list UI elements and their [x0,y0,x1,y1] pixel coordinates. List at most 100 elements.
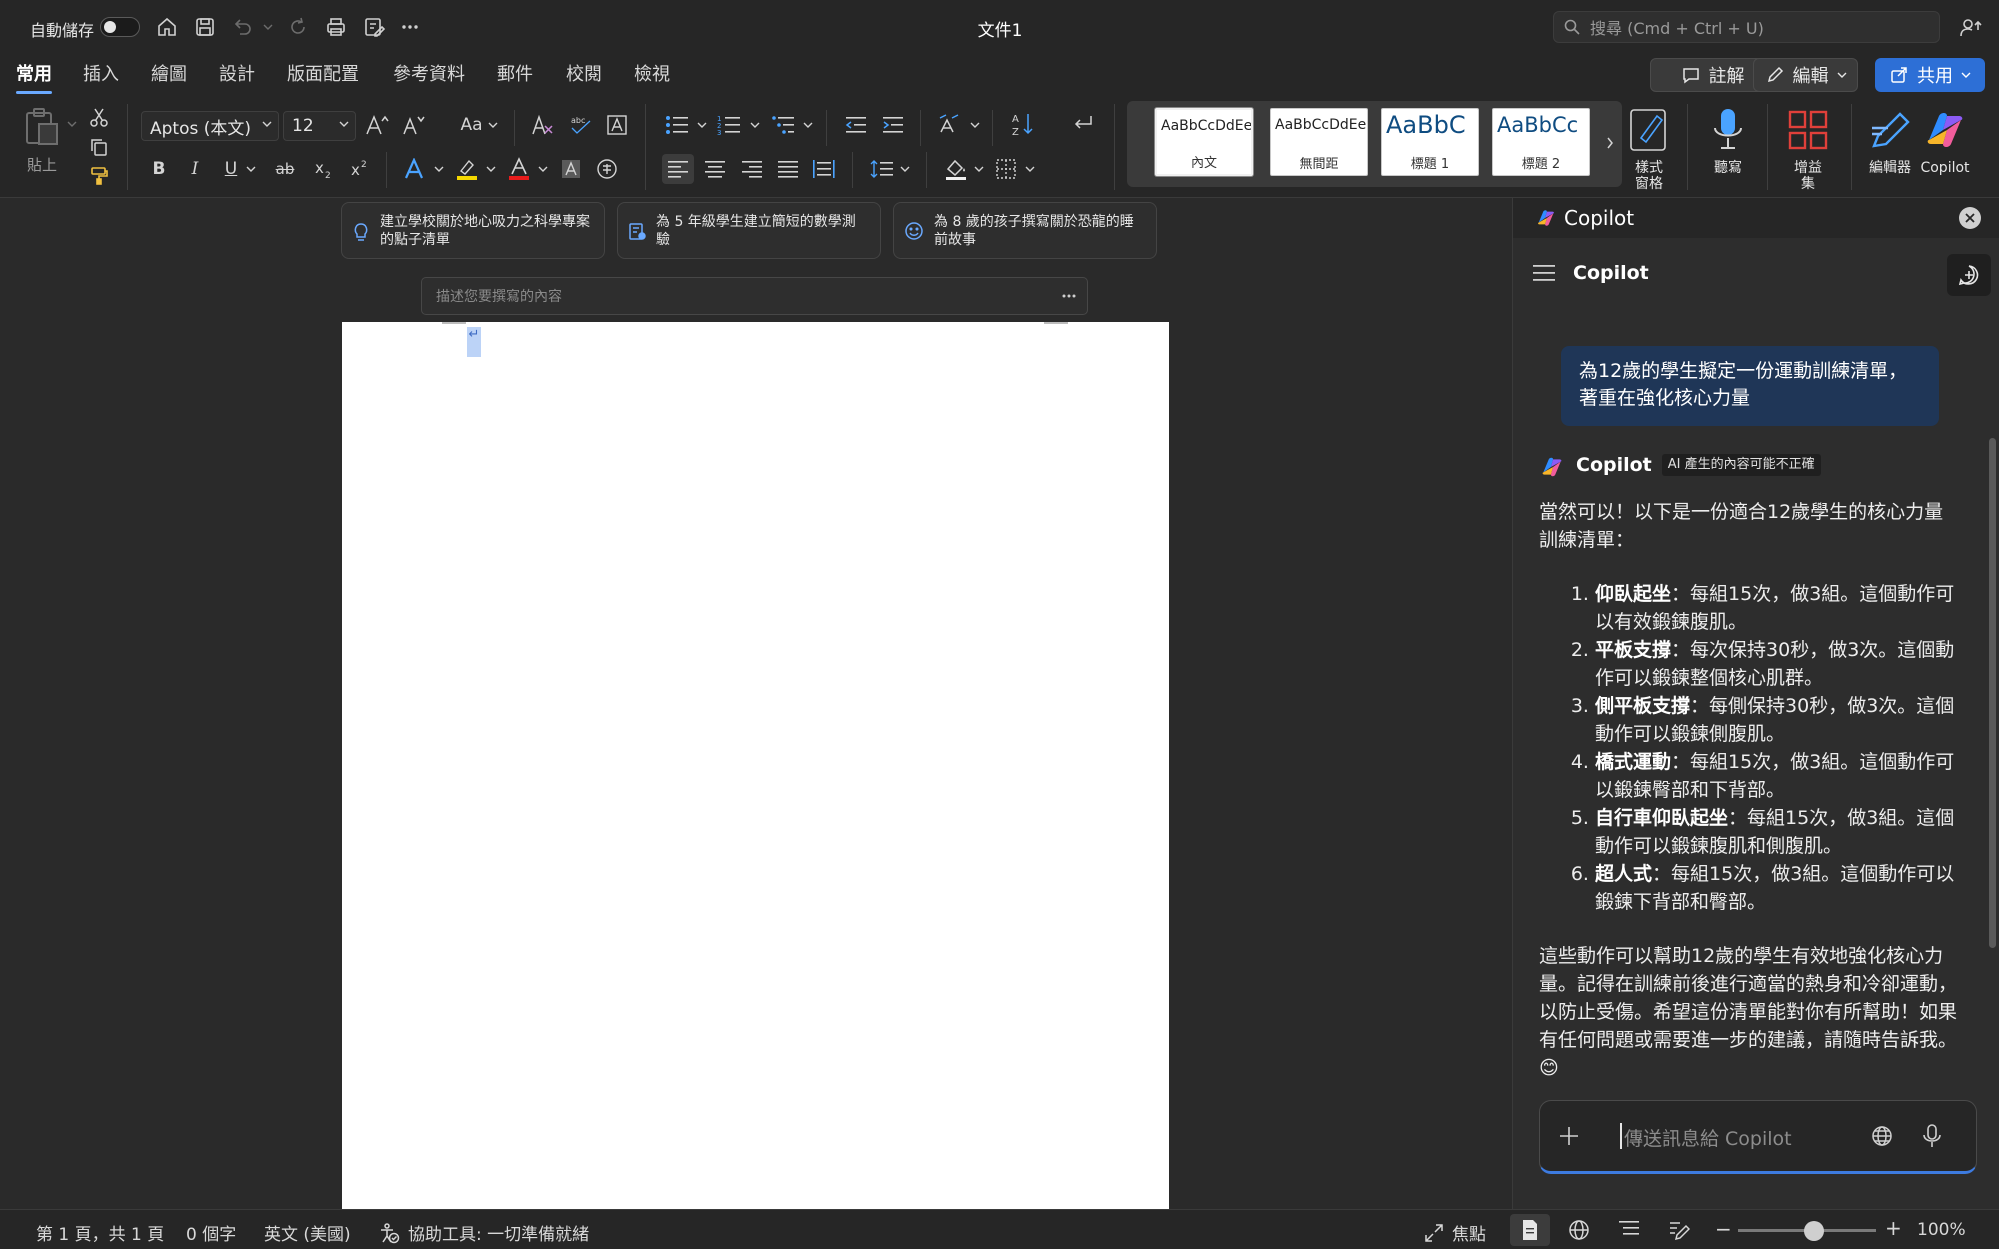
print-icon[interactable] [322,13,350,41]
enclose-characters-icon[interactable] [592,154,622,184]
increase-font-size-icon[interactable] [362,110,392,140]
language-indicator[interactable]: 英文 (美國) [264,1220,351,1245]
multilevel-list-icon[interactable] [768,110,798,140]
shading-chevron-icon[interactable] [972,162,986,176]
home-icon[interactable] [153,13,181,41]
decrease-indent-icon[interactable] [841,110,871,140]
tab-insert[interactable]: 插入 [83,60,119,90]
style-no-spacing[interactable]: AaBbCcDdEe 無間距 [1270,108,1368,176]
strikethrough-icon[interactable]: ab [270,154,300,184]
tab-references[interactable]: 參考資料 [393,60,465,90]
draft-view-icon[interactable] [1668,1219,1692,1243]
undo-icon[interactable] [228,13,256,41]
paste-chevron-icon[interactable] [66,118,78,130]
copilot-message-input[interactable]: 傳送訊息給 Copilot [1539,1100,1977,1174]
cut-icon[interactable] [86,104,112,130]
align-right-icon[interactable] [736,154,768,184]
zoom-level[interactable]: 100% [1917,1220,1966,1240]
account-share-icon[interactable] [1957,13,1985,41]
describe-content-input[interactable]: 描述您要撰寫的內容 [421,277,1088,315]
italic-icon[interactable]: I [180,154,210,184]
style-heading-2[interactable]: AaBbCc 標題 2 [1492,108,1590,176]
tab-view[interactable]: 檢視 [634,60,670,90]
microphone-icon[interactable] [1922,1123,1942,1149]
tab-home[interactable]: 常用 [16,60,52,94]
numbering-icon[interactable]: 123 [714,110,744,140]
text-effects-chevron-icon[interactable] [432,162,446,176]
bullets-chevron-icon[interactable] [695,118,709,132]
globe-icon[interactable] [1870,1124,1894,1148]
asian-layout-chevron-icon[interactable] [968,118,982,132]
copilot-ribbon-button[interactable]: Copilot [1912,104,1978,196]
print-layout-view-icon[interactable] [1510,1214,1550,1246]
search-input[interactable]: 搜尋 (Cmd + Ctrl + U) [1553,11,1940,43]
show-formatting-marks-icon[interactable] [1068,108,1098,140]
new-chat-button[interactable] [1947,254,1991,296]
accessibility-checker[interactable]: 協助工具: 一切準備就緒 [378,1220,589,1245]
more-options-icon[interactable] [396,13,424,41]
line-spacing-icon[interactable] [866,154,898,184]
document-page[interactable]: ↵ [342,322,1169,1209]
font-color-chevron-icon[interactable] [536,162,550,176]
tab-review[interactable]: 校閱 [566,60,602,90]
prompt-suggestion-card[interactable]: 建立學校關於地心吸力之科學專案的點子清單 [341,202,605,259]
underline-icon[interactable]: U [216,154,246,184]
bold-icon[interactable]: B [144,154,174,184]
subscript-icon[interactable]: x2 [308,154,338,184]
page-count[interactable]: 第 1 頁，共 1 頁 [36,1220,164,1245]
increase-indent-icon[interactable] [878,110,908,140]
font-name-dropdown[interactable]: Aptos (本文) [141,111,279,141]
dictate-button[interactable]: 聽寫 [1698,104,1758,196]
underline-chevron-icon[interactable] [244,162,258,176]
save-icon[interactable] [191,13,219,41]
prompt-suggestion-card[interactable]: 為 8 歲的孩子撰寫關於恐龍的睡前故事 [893,202,1157,259]
change-case-button[interactable]: Aa [454,110,504,140]
character-border-icon[interactable] [602,110,632,140]
more-options-icon[interactable] [1061,291,1077,301]
tab-draw[interactable]: 繪圖 [151,60,187,90]
align-left-icon[interactable] [662,154,694,184]
highlight-color-icon[interactable] [452,154,482,184]
highlight-chevron-icon[interactable] [484,162,498,176]
hamburger-menu-icon[interactable] [1533,264,1557,284]
font-color-icon[interactable] [504,154,534,184]
spell-check-icon[interactable]: abc [566,110,596,140]
asian-layout-icon[interactable] [935,110,967,140]
zoom-slider-thumb[interactable] [1803,1221,1824,1241]
edit-document-icon[interactable] [360,13,388,41]
close-pane-icon[interactable] [1959,207,1981,229]
justify-icon[interactable] [772,154,804,184]
borders-chevron-icon[interactable] [1023,162,1037,176]
shading-icon[interactable] [940,154,972,184]
decrease-font-size-icon[interactable] [398,110,428,140]
paste-icon[interactable] [18,106,66,148]
styles-gallery-expand-icon[interactable] [1601,129,1619,157]
zoom-out-icon[interactable]: − [1715,1219,1732,1241]
format-painter-icon[interactable] [86,162,112,188]
zoom-in-icon[interactable]: + [1885,1218,1902,1240]
autosave-toggle[interactable] [100,17,140,37]
superscript-icon[interactable]: x2 [344,154,374,184]
clear-formatting-icon[interactable] [527,110,557,140]
tab-layout[interactable]: 版面配置 [287,60,359,90]
redo-icon[interactable] [284,13,312,41]
add-attachment-icon[interactable] [1558,1125,1580,1147]
distributed-icon[interactable] [808,154,840,184]
align-center-icon[interactable] [699,154,731,184]
bullets-icon[interactable] [662,110,692,140]
focus-mode-button[interactable]: 焦點 [1424,1220,1486,1245]
style-heading-1[interactable]: AaBbC 標題 1 [1381,108,1479,176]
tab-design[interactable]: 設計 [219,60,255,90]
multilevel-chevron-icon[interactable] [801,118,815,132]
copilot-scrollbar[interactable] [1989,438,1996,948]
copy-icon[interactable] [86,134,112,160]
character-shading-icon[interactable] [556,154,586,184]
share-button[interactable]: 共用 [1875,58,1985,92]
undo-dropdown-chevron-icon[interactable] [258,13,278,41]
add-ins-button[interactable]: 增益 集 [1778,104,1838,196]
borders-icon[interactable] [990,154,1022,184]
zoom-slider[interactable] [1738,1221,1876,1241]
web-layout-view-icon[interactable] [1568,1219,1592,1243]
editing-mode-button[interactable]: 編輯 [1753,58,1858,92]
tab-mailings[interactable]: 郵件 [497,60,533,90]
